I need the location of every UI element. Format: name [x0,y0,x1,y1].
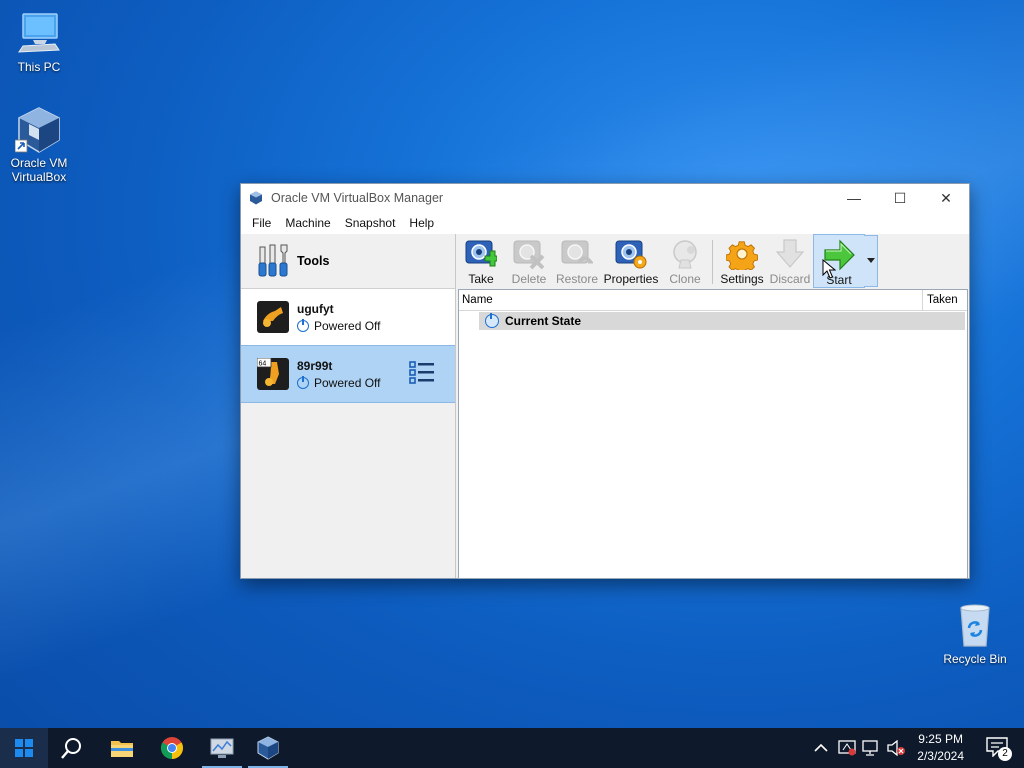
desktop-icon-virtualbox[interactable]: Oracle VM VirtualBox [1,106,77,184]
tools-label: Tools [297,254,330,268]
take-snapshot-icon [465,238,498,270]
vm-state: Powered Off [314,375,381,390]
delete-snapshot-icon [513,238,545,270]
mouse-cursor-icon [822,259,836,279]
menu-file[interactable]: File [245,216,278,230]
menu-bar: File Machine Snapshot Help [241,212,969,234]
powered-off-icon [297,318,309,332]
restore-snapshot-button[interactable]: Restore [552,234,602,288]
chrome-icon [161,737,183,759]
machine-list-pane: Tools ugufyt Powered Off 64 89r99t Power… [241,234,456,578]
chevron-up-icon[interactable] [814,743,828,753]
system-tray [814,728,906,768]
vm-tools-menu-icon[interactable] [409,360,435,389]
clone-icon [669,238,701,270]
monitor-chart-icon [210,738,234,758]
folder-icon [111,741,133,757]
menu-help[interactable]: Help [402,216,441,230]
vm-list-item-selected[interactable]: 64 89r99t Powered Off [241,345,455,403]
restore-snapshot-icon [561,238,595,270]
vm-name: 89r99t [297,358,333,373]
taskbar: 9:25 PM 2/3/2024 2 [0,728,1024,768]
virtualbox-icon [14,106,63,154]
menu-machine[interactable]: Machine [278,216,337,230]
clone-button[interactable]: Clone [660,234,710,288]
column-header-taken[interactable]: Taken [922,290,967,310]
clock-date: 2/3/2024 [917,749,964,763]
vm-name: ugufyt [297,301,334,316]
chevron-down-icon [866,258,875,263]
toolbar-label: Properties [603,272,659,286]
desktop-icon-label-line1: Oracle VM [10,156,68,170]
snapshot-toolbar: Take Delete Restore Properties Clone Set… [456,234,969,290]
vm-64bit-badge: 64 [259,361,267,368]
powered-off-icon [297,375,309,389]
maximize-button[interactable]: ☐ [877,184,923,212]
taskbar-chrome[interactable] [148,728,196,768]
current-state-icon [485,313,499,328]
desktop-icon-label: Recycle Bin [943,652,1007,666]
snapshot-row-current-state[interactable]: Current State [479,312,965,330]
toolbar-label: Take [468,272,494,286]
windows-logo-icon [15,739,33,757]
column-header-name[interactable]: Name [459,294,922,306]
properties-button[interactable]: Properties [600,234,662,288]
close-button[interactable]: ✕ [923,184,969,212]
toolbar-label: Settings [720,272,764,286]
taskbar-virtualbox[interactable] [244,728,292,768]
snapshot-tree: Name Taken Current State [458,289,968,579]
menu-snapshot[interactable]: Snapshot [338,216,403,230]
window-titlebar[interactable]: Oracle VM VirtualBox Manager — ☐ ✕ [241,184,969,212]
discard-icon [774,238,806,270]
start-menu-button[interactable] [0,728,48,768]
virtualbox-app-icon [249,191,263,205]
notification-count-badge: 2 [998,747,1012,761]
search-icon [61,738,81,759]
recycle-bin-icon [951,602,999,650]
vm-list-item[interactable]: ugufyt Powered Off [241,289,455,345]
start-button[interactable]: Start [813,234,878,288]
security-alert-icon[interactable] [838,740,856,756]
toolbar-label: Discard [769,272,811,286]
tools-item[interactable]: Tools [241,234,455,289]
clock-time: 9:25 PM [918,732,963,746]
taskbar-clock[interactable]: 9:25 PM 2/3/2024 [917,731,964,765]
taskbar-file-explorer[interactable] [98,728,146,768]
settings-gear-icon [725,238,758,274]
properties-icon [615,238,647,270]
snapshot-table-header: Name Taken [459,290,967,311]
vm-os-icon: 64 [256,357,289,390]
desktop-icon-label: This PC [17,60,61,74]
toolbar-label: Clone [669,272,701,286]
take-snapshot-button[interactable]: Take [456,234,506,288]
taskbar-task-manager[interactable] [198,728,246,768]
search-button[interactable] [48,728,96,768]
toolbar-separator [712,240,713,284]
vm-os-icon [257,301,289,333]
discard-button[interactable]: Discard [765,234,815,288]
start-dropdown-button[interactable] [864,235,878,287]
monitor-icon [15,10,63,58]
volume-muted-icon[interactable] [886,740,906,756]
desktop-icon-label-line2: VirtualBox [11,170,67,184]
current-state-label: Current State [505,314,582,328]
tools-icon [257,243,289,279]
desktop-icon-this-pc[interactable]: This PC [1,10,77,74]
toolbar-label: Delete [511,272,547,286]
virtualbox-icon [257,736,279,760]
notification-center-button[interactable]: 2 [986,737,1012,761]
toolbar-label: Restore [555,272,599,286]
settings-button[interactable]: Settings [717,234,767,288]
delete-snapshot-button[interactable]: Delete [504,234,554,288]
window-title: Oracle VM VirtualBox Manager [271,191,444,205]
desktop-icon-recycle-bin[interactable]: Recycle Bin [937,602,1013,666]
minimize-button[interactable]: — [831,184,877,212]
vm-state: Powered Off [314,318,381,333]
virtualbox-manager-window: Oracle VM VirtualBox Manager — ☐ ✕ File … [240,183,970,579]
network-icon[interactable] [862,740,880,756]
